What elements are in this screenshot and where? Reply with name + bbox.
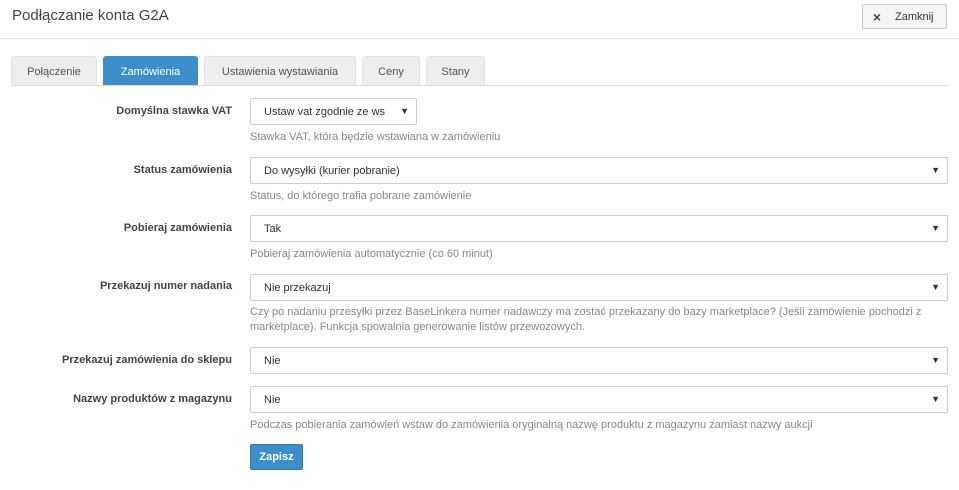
tab-bar: Połączenie Zamówienia Ustawienia wystawi…: [11, 56, 491, 86]
tab-ustawienia-wystawiania[interactable]: Ustawienia wystawiania: [204, 56, 356, 86]
page-title: Podłączanie konta G2A: [12, 7, 169, 24]
tracking-label: Przekazuj numer nadania: [99, 280, 232, 292]
tracking-help-line-1: Czy po nadaniu przesyłki przez BaseLinke…: [250, 306, 922, 318]
fetch-select[interactable]: Tak ▼: [250, 215, 948, 242]
vat-select[interactable]: Ustaw vat zgodnie ze ws ▼: [250, 98, 417, 125]
fetch-label: Pobieraj zamówienia: [123, 222, 232, 234]
names-select-value: Nie: [264, 393, 281, 406]
status-select-value: Do wysyłki (kurier pobranie): [264, 164, 400, 177]
tab-polaczenie[interactable]: Połączenie: [11, 56, 97, 86]
names-label: Nazwy produktów z magazynu: [73, 393, 232, 405]
tracking-select[interactable]: Nie przekazuj ▼: [250, 274, 948, 301]
fetch-select-value: Tak: [264, 222, 282, 235]
names-help: Podczas pobierania zamówień wstaw do zam…: [250, 419, 813, 431]
vat-label: Domyślna stawka VAT: [116, 105, 232, 117]
save-button[interactable]: Zapisz: [250, 444, 303, 470]
shop-select[interactable]: Nie ▼: [250, 347, 948, 374]
names-select[interactable]: Nie ▼: [250, 386, 948, 413]
close-button[interactable]: × Zamknij: [862, 4, 947, 29]
chevron-down-icon: ▼: [931, 355, 940, 365]
tab-ceny[interactable]: Ceny: [362, 56, 420, 86]
modal-header: Podłączanie konta G2A × Zamknij: [0, 0, 959, 39]
vat-help: Stawka VAT, która będzie wstawiana w zam…: [250, 131, 501, 143]
tabs-divider: [11, 85, 948, 86]
status-label: Status zamówienia: [133, 164, 232, 176]
chevron-down-icon: ▼: [931, 165, 940, 175]
tab-zamowienia[interactable]: Zamówienia: [103, 56, 198, 86]
status-select[interactable]: Do wysyłki (kurier pobranie) ▼: [250, 157, 948, 184]
shop-select-value: Nie: [264, 354, 281, 367]
status-help: Status, do którego trafia pobrane zamówi…: [250, 190, 472, 202]
tracking-help-line-2: marketplace). Funkcja spowalnia generowa…: [250, 321, 586, 333]
chevron-down-icon: ▼: [931, 394, 940, 404]
close-button-label: Zamknij: [895, 10, 934, 23]
chevron-down-icon: ▼: [400, 106, 409, 116]
fetch-help: Pobieraj zamówienia automatycznie (co 60…: [250, 248, 493, 260]
chevron-down-icon: ▼: [931, 282, 940, 292]
tracking-select-value: Nie przekazuj: [264, 281, 331, 294]
shop-label: Przekazuj zamówienia do sklepu: [62, 354, 232, 366]
tab-stany[interactable]: Stany: [426, 56, 485, 86]
vat-select-value: Ustaw vat zgodnie ze ws: [264, 105, 386, 118]
close-icon: ×: [872, 8, 882, 25]
chevron-down-icon: ▼: [931, 223, 940, 233]
